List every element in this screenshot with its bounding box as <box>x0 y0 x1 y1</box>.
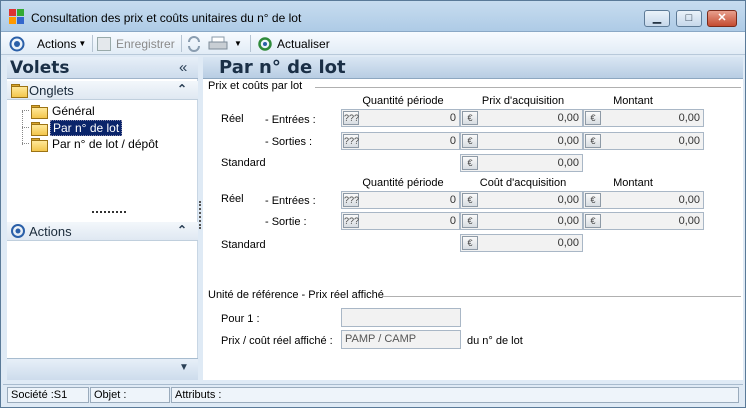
actions-section-header[interactable]: Actions ⌃ <box>7 222 198 241</box>
displayed-price-label: Prix / coût réel affiché : <box>221 335 333 347</box>
exits-label: - Sortie : <box>265 216 307 228</box>
collapse-section-icon[interactable]: ⌃ <box>177 82 187 96</box>
column-header-quantity: Quantité période <box>362 177 444 189</box>
group-title: Prix et coûts par lot <box>208 80 303 92</box>
side-panel-header: Volets « <box>7 57 198 79</box>
print-icon[interactable] <box>208 35 228 52</box>
main-window: Consultation des prix et coûts unitaires… <box>0 0 746 408</box>
sidebar-item-general[interactable]: Général <box>31 103 97 119</box>
currency-icon[interactable]: € <box>585 134 601 148</box>
app-logo-icon <box>9 9 25 25</box>
entries-price-field: € 0,00 <box>460 109 583 127</box>
status-attributes: Attributs : <box>171 387 739 403</box>
sidebar-item-par-lot-depot[interactable]: Par n° de lot / dépôt <box>31 136 160 152</box>
folder-icon <box>31 104 48 119</box>
minimize-button[interactable]: ▁ <box>644 10 670 27</box>
side-panel-title: Volets <box>10 58 70 78</box>
column-header-quantity: Quantité période <box>362 95 444 107</box>
standard-label: Standard <box>221 239 266 251</box>
reference-group-title: Unité de référence - Prix réel affiché <box>208 289 384 301</box>
reel-label: Réel <box>221 113 244 125</box>
chevron-down-icon[interactable]: ▼ <box>179 362 189 373</box>
pour1-field[interactable] <box>341 308 461 327</box>
side-panel: Volets « Onglets ⌃ Général Par n° de lot… <box>7 57 198 380</box>
collapse-section-icon[interactable]: ⌃ <box>177 223 187 237</box>
cost-exits-quantity-field: ??? 0 <box>341 212 460 230</box>
refresh-button[interactable]: Actualiser <box>257 35 330 52</box>
navigation-icon[interactable] <box>9 35 25 52</box>
print-dropdown-chevron-icon[interactable]: ▼ <box>234 35 242 52</box>
currency-icon[interactable]: € <box>462 214 478 228</box>
maximize-button[interactable]: □ <box>676 10 702 27</box>
cost-exits-amount-field: € 0,00 <box>583 212 704 230</box>
cost-entries-cost-field: € 0,00 <box>460 191 583 209</box>
exits-label: - Sorties : <box>265 136 313 148</box>
cost-exits-cost-field: € 0,00 <box>460 212 583 230</box>
folder-open-icon <box>31 121 48 136</box>
exits-quantity-field: ??? 0 <box>341 132 460 150</box>
side-panel-scroll-bar[interactable]: ▼ <box>7 358 198 380</box>
splitter-handle[interactable] <box>92 211 126 213</box>
sync-icon[interactable] <box>186 35 202 52</box>
column-header-amount: Montant <box>613 95 653 107</box>
quantity-icon[interactable]: ??? <box>343 134 359 148</box>
title-bar[interactable]: Consultation des prix et coûts unitaires… <box>1 1 745 32</box>
standard-price-field: € 0,00 <box>460 154 583 172</box>
currency-icon[interactable]: € <box>462 134 478 148</box>
quantity-icon[interactable]: ??? <box>343 214 359 228</box>
folder-icon <box>31 137 48 152</box>
entries-quantity-field: ??? 0 <box>341 109 460 127</box>
tabs-section-header[interactable]: Onglets ⌃ <box>7 81 198 100</box>
status-company: Société :S1 <box>7 387 89 403</box>
close-button[interactable]: ✕ <box>707 10 737 27</box>
window-title: Consultation des prix et coûts unitaires… <box>31 11 302 25</box>
quantity-icon[interactable]: ??? <box>343 111 359 125</box>
vertical-splitter-handle[interactable] <box>199 201 201 229</box>
actions-menu-label: Actions <box>37 36 77 51</box>
content-panel: Par n° de lot Prix et coûts par lot Quan… <box>203 57 743 380</box>
currency-icon[interactable]: € <box>585 193 601 207</box>
entries-amount-field: € 0,00 <box>583 109 704 127</box>
currency-icon[interactable]: € <box>462 236 478 250</box>
column-header-cost: Coût d'acquisition <box>479 177 567 189</box>
column-header-amount: Montant <box>613 177 653 189</box>
page-header: Par n° de lot <box>203 57 743 79</box>
column-header-price: Prix d'acquisition <box>481 95 565 107</box>
page-title: Par n° de lot <box>219 57 346 78</box>
pour1-label: Pour 1 : <box>221 313 260 325</box>
entries-label: - Entrées : <box>265 114 316 126</box>
save-icon <box>97 36 111 51</box>
actions-icon <box>11 224 25 241</box>
currency-icon[interactable]: € <box>462 156 478 170</box>
currency-icon[interactable]: € <box>462 111 478 125</box>
currency-icon[interactable]: € <box>585 111 601 125</box>
folder-icon <box>11 84 28 98</box>
collapse-panel-icon[interactable]: « <box>179 59 187 76</box>
refresh-icon <box>258 36 272 51</box>
entries-label: - Entrées : <box>265 195 316 207</box>
sidebar-item-par-lot[interactable]: Par n° de lot <box>31 119 123 136</box>
cost-entries-quantity-field: ??? 0 <box>341 191 460 209</box>
exits-amount-field: € 0,00 <box>583 132 704 150</box>
displayed-price-field[interactable]: PAMP / CAMP <box>341 330 461 349</box>
quantity-icon[interactable]: ??? <box>343 193 359 207</box>
chevron-down-icon: ▼ <box>78 39 87 48</box>
actions-menu[interactable]: Actions ▼ <box>37 35 86 52</box>
currency-icon[interactable]: € <box>585 214 601 228</box>
standard-cost-field: € 0,00 <box>460 234 583 252</box>
cost-entries-amount-field: € 0,00 <box>583 191 704 209</box>
currency-icon[interactable]: € <box>462 193 478 207</box>
standard-label: Standard <box>221 157 266 169</box>
status-bar: Société :S1 Objet : Attributs : <box>3 384 743 405</box>
displayed-price-suffix: du n° de lot <box>467 335 523 347</box>
save-button[interactable]: Enregistrer <box>97 35 175 52</box>
reel-label: Réel <box>221 193 244 205</box>
status-object: Objet : <box>90 387 170 403</box>
toolbar: Actions ▼ Enregistrer ▼ Actualiser <box>1 32 745 55</box>
exits-price-field: € 0,00 <box>460 132 583 150</box>
